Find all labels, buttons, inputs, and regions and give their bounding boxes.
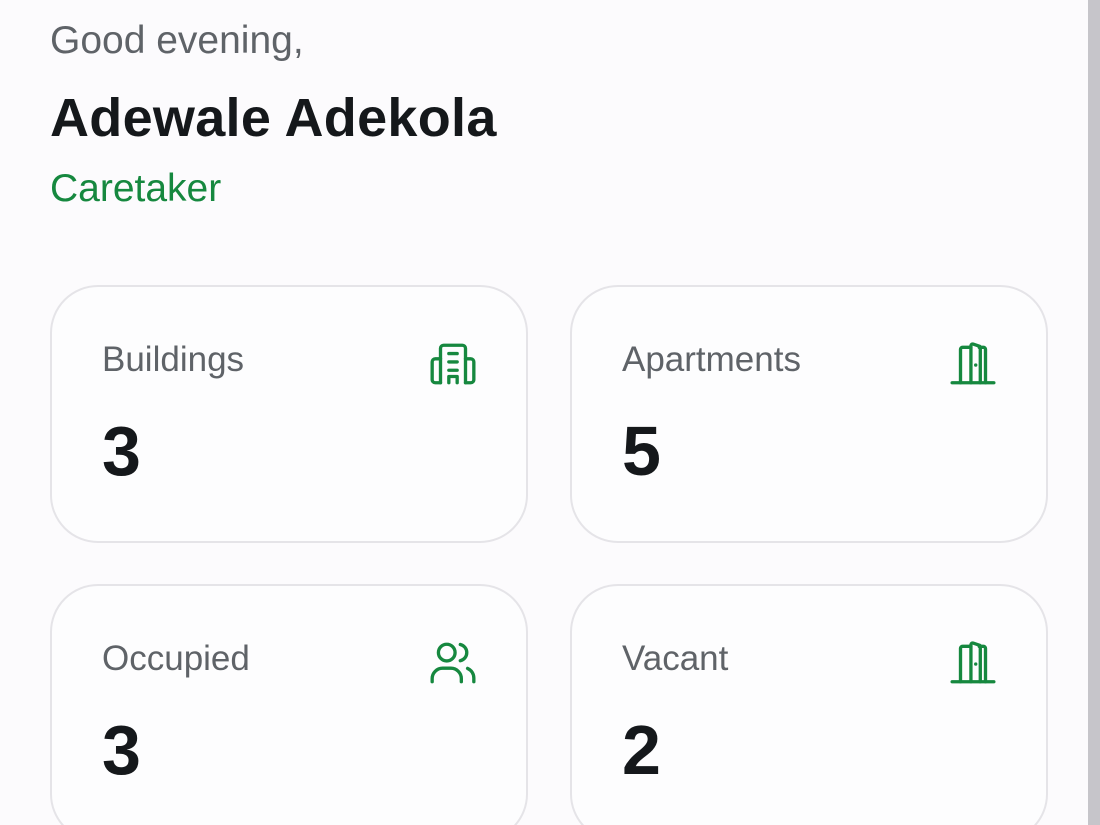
dashboard-screen: Good evening, Adewale Adekola Caretaker … — [0, 0, 1100, 825]
building-icon — [428, 339, 478, 389]
stat-card-apartments[interactable]: Apartments 5 — [570, 285, 1048, 543]
door-icon — [948, 638, 998, 688]
stat-value: 2 — [622, 711, 661, 789]
stat-label: Occupied — [102, 639, 250, 678]
stat-label: Vacant — [622, 639, 729, 678]
scrollbar[interactable] — [1088, 0, 1100, 825]
users-icon — [428, 638, 478, 688]
stat-card-occupied[interactable]: Occupied 3 — [50, 584, 528, 825]
stat-card-vacant[interactable]: Vacant 2 — [570, 584, 1048, 825]
stat-value: 3 — [102, 412, 141, 490]
stat-value: 5 — [622, 412, 661, 490]
user-name: Adewale Adekola — [50, 88, 497, 148]
stat-value: 3 — [102, 711, 141, 789]
stat-label: Apartments — [622, 340, 801, 379]
greeting-text: Good evening, — [50, 19, 304, 62]
stat-card-buildings[interactable]: Buildings 3 — [50, 285, 528, 543]
user-role: Caretaker — [50, 167, 222, 210]
stat-label: Buildings — [102, 340, 245, 379]
door-icon — [948, 339, 998, 389]
